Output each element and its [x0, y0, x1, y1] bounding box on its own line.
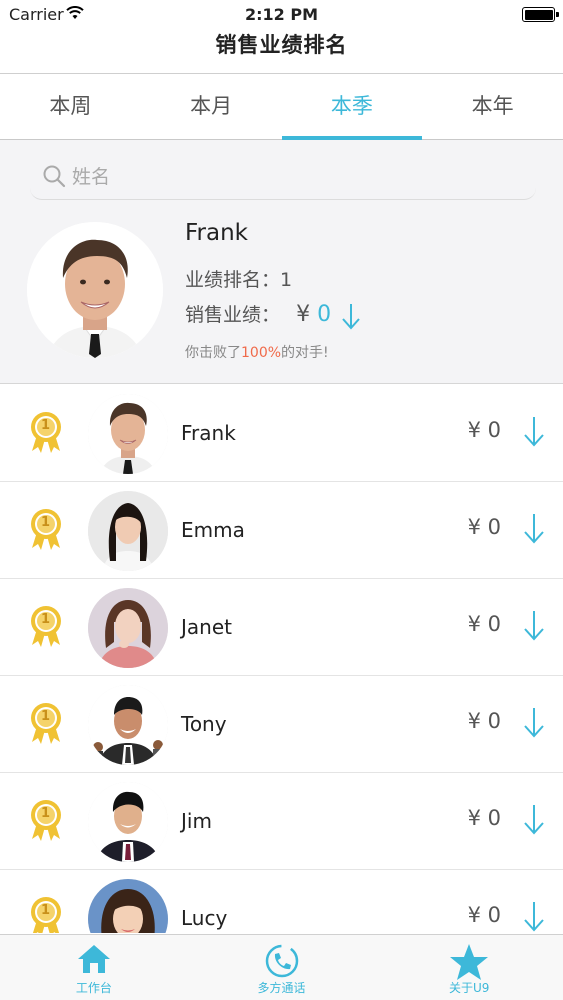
- search-icon: [43, 165, 66, 188]
- list-item[interactable]: 1 Jim ¥ 0: [0, 773, 563, 870]
- arrow-down-icon: [524, 708, 544, 738]
- list-item[interactable]: 1 Tony ¥ 0: [0, 676, 563, 773]
- home-icon: [77, 945, 110, 973]
- person-name: Frank: [181, 421, 236, 445]
- sales-amount: ¥ 0: [467, 612, 501, 636]
- ranking-list: 1 Frank ¥ 0 1 Emma ¥ 0 1 Janet ¥ 0 1 Ton…: [0, 385, 563, 933]
- avatar: [27, 222, 163, 358]
- arrow-down-icon: [524, 514, 544, 544]
- sales-amount: ¥ 0: [467, 515, 501, 539]
- rank-label: 业绩排名：: [185, 269, 281, 291]
- avatar: [88, 588, 168, 668]
- sales-amount: ¥ 0: [467, 903, 501, 927]
- medal-rank: 1: [41, 515, 51, 530]
- tab-conference-call[interactable]: 多方通话: [188, 935, 376, 1000]
- tab-label: 关于U9: [448, 981, 490, 995]
- tab-workbench[interactable]: 工作台: [0, 935, 188, 1000]
- profile-header: Frank 业绩排名：1 销售业绩： ¥ 0 你击败了100%的对手!: [0, 140, 563, 384]
- currency-symbol: ¥: [296, 302, 311, 327]
- medal-rank: 1: [41, 903, 51, 918]
- medal-rank: 1: [41, 709, 51, 724]
- bottom-tab-bar: 工作台 多方通话 关于U9: [0, 934, 563, 1000]
- avatar: [88, 491, 168, 571]
- tab-week[interactable]: 本周: [0, 74, 141, 139]
- medal-rank: 1: [41, 612, 51, 627]
- person-name: Jim: [181, 809, 212, 833]
- status-time: 2:12 PM: [244, 5, 318, 24]
- sales-amount: ¥ 0: [467, 806, 501, 830]
- person-name: Lucy: [181, 906, 228, 930]
- medal-rank: 1: [41, 418, 51, 433]
- beat-rate-text: 你击败了100%的对手!: [185, 342, 329, 362]
- tab-about[interactable]: 关于U9: [375, 935, 563, 1000]
- medal-rank: 1: [41, 806, 51, 821]
- page-title: 销售业绩排名: [215, 33, 348, 57]
- list-item[interactable]: 1 Lucy ¥ 0: [0, 870, 563, 933]
- battery-icon: [522, 7, 559, 22]
- search-bar: [30, 154, 536, 200]
- status-bar: Carrier 2:12 PM: [0, 0, 563, 30]
- tab-label: 多方通话: [257, 981, 306, 995]
- phone-call-icon: [265, 944, 298, 978]
- rank-value: 1: [280, 269, 293, 291]
- arrow-down-icon: [524, 805, 544, 835]
- sales-label: 销售业绩：: [185, 304, 281, 326]
- sales-amount: ¥ 0: [467, 418, 501, 442]
- beat-suffix: 的对手!: [281, 345, 329, 361]
- avatar: [88, 782, 168, 862]
- list-item[interactable]: 1 Janet ¥ 0: [0, 579, 563, 676]
- search-input[interactable]: [72, 162, 512, 192]
- avatar: [88, 394, 168, 474]
- arrow-down-icon: [342, 303, 360, 330]
- avatar: [88, 879, 168, 933]
- star-icon: [450, 944, 489, 980]
- person-name: Janet: [181, 615, 232, 639]
- sales-value: 0: [317, 302, 332, 327]
- list-item[interactable]: 1 Frank ¥ 0: [0, 385, 563, 482]
- profile-sales: 销售业绩： ¥ 0: [185, 300, 361, 330]
- person-name: Emma: [181, 518, 245, 542]
- sales-amount: ¥ 0: [467, 709, 501, 733]
- nav-bar: 销售业绩排名: [0, 30, 563, 74]
- tab-quarter[interactable]: 本季: [281, 74, 423, 140]
- beat-percent: 100%: [241, 345, 282, 361]
- tab-month[interactable]: 本月: [141, 74, 282, 139]
- beat-prefix: 你击败了: [185, 345, 241, 361]
- person-name: Tony: [181, 712, 227, 736]
- arrow-down-icon: [524, 611, 544, 641]
- tab-label: 工作台: [75, 981, 112, 995]
- avatar: [88, 685, 168, 765]
- tab-year[interactable]: 本年: [422, 74, 563, 139]
- arrow-down-icon: [524, 417, 544, 447]
- period-tabs: 本周 本月 本季 本年: [0, 74, 563, 140]
- list-item[interactable]: 1 Emma ¥ 0: [0, 482, 563, 579]
- profile-name: Frank: [185, 220, 249, 246]
- arrow-down-icon: [524, 902, 544, 932]
- profile-rank: 业绩排名：1: [185, 265, 292, 292]
